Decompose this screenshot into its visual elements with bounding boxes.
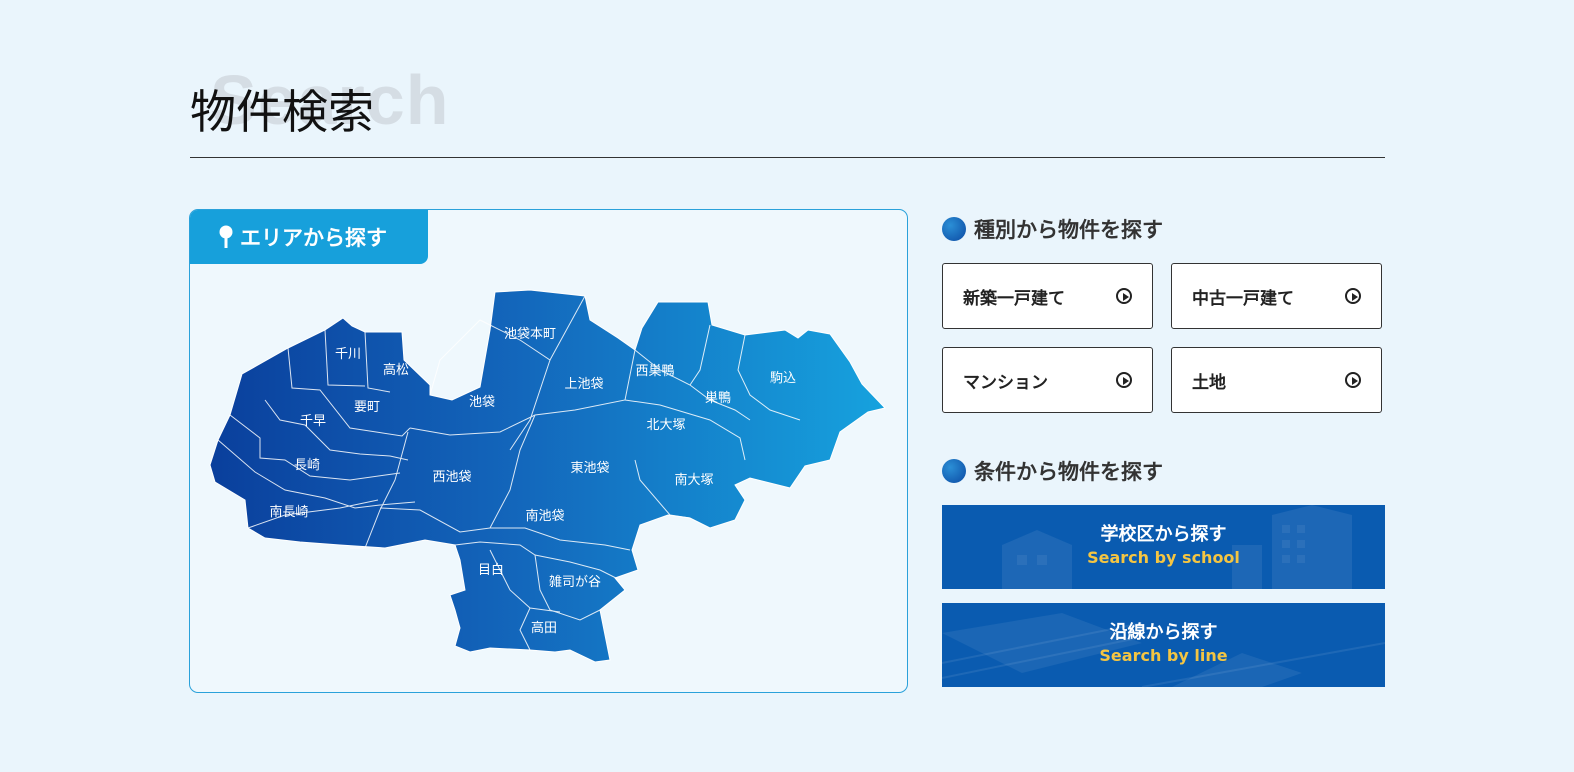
land-button[interactable]: 土地 <box>1171 347 1382 413</box>
district-sugamo[interactable]: 巣鴨 <box>705 391 731 406</box>
play-circle-icon <box>1345 372 1361 388</box>
category-heading: 種別から物件を探す <box>942 214 1163 244</box>
district-zoshigaya[interactable]: 雑司が谷 <box>549 574 601 590</box>
header-divider <box>190 157 1385 158</box>
map-pin-icon <box>219 225 233 248</box>
area-search-tab[interactable]: エリアから探す <box>190 210 428 264</box>
district-chihaya[interactable]: 千早 <box>300 414 326 429</box>
district-nishiikebukuro[interactable]: 西池袋 <box>432 470 471 485</box>
area-search-label: エリアから探す <box>240 226 387 250</box>
page-title: 物件検索 <box>190 85 374 139</box>
school-search-subtitle: Search by school <box>1087 548 1240 567</box>
line-search-subtitle: Search by line <box>1099 646 1228 665</box>
district-minamiotsuka[interactable]: 南大塚 <box>674 472 713 488</box>
new-house-button[interactable]: 新築一戸建て <box>942 263 1153 329</box>
bullet-circle-icon <box>942 217 966 241</box>
district-ikebukurohoncho[interactable]: 池袋本町 <box>504 327 556 342</box>
bullet-circle-icon <box>942 459 966 483</box>
search-by-line-banner[interactable]: 沿線から探す Search by line <box>942 603 1385 687</box>
school-search-title: 学校区から探す <box>1100 524 1227 545</box>
district-takamatsu[interactable]: 高松 <box>383 362 409 378</box>
mansion-button[interactable]: マンション <box>942 347 1153 413</box>
used-house-button[interactable]: 中古一戸建て <box>1171 263 1382 329</box>
conditions-heading: 条件から物件を探す <box>942 456 1163 486</box>
district-takada[interactable]: 高田 <box>531 620 557 636</box>
district-komagome[interactable]: 駒込 <box>770 371 796 386</box>
district-ikebukuro[interactable]: 池袋 <box>469 395 495 410</box>
play-circle-icon <box>1345 288 1361 304</box>
district-mejiro[interactable]: 目白 <box>478 562 504 578</box>
district-higashiikebukuro[interactable]: 東池袋 <box>570 460 609 476</box>
district-nagasaki[interactable]: 長崎 <box>294 458 320 473</box>
section-header: Search 物件検索 <box>190 60 1385 160</box>
district-minamiikebukuro[interactable]: 南池袋 <box>525 508 564 524</box>
district-nishisugamo[interactable]: 西巣鴨 <box>635 364 674 379</box>
search-by-school-banner[interactable]: 学校区から探す Search by school <box>942 505 1385 589</box>
play-circle-icon <box>1116 372 1132 388</box>
district-kitaotsuka[interactable]: 北大塚 <box>646 418 685 433</box>
area-search-panel: 千川 高松 要町 千早 長崎 南長崎 池袋本町 池袋 上池袋 西巣鴨 巣鴨 駒込… <box>189 209 908 693</box>
district-kamiikebukuro[interactable]: 上池袋 <box>564 377 603 392</box>
district-kanamecho[interactable]: 要町 <box>354 400 380 415</box>
district-senkawa[interactable]: 千川 <box>335 347 361 362</box>
area-map: 千川 高松 要町 千早 長崎 南長崎 池袋本町 池袋 上池袋 西巣鴨 巣鴨 駒込… <box>209 289 886 663</box>
line-search-title: 沿線から探す <box>1109 622 1218 643</box>
district-minaminagasaki[interactable]: 南長崎 <box>269 504 308 520</box>
play-circle-icon <box>1116 288 1132 304</box>
